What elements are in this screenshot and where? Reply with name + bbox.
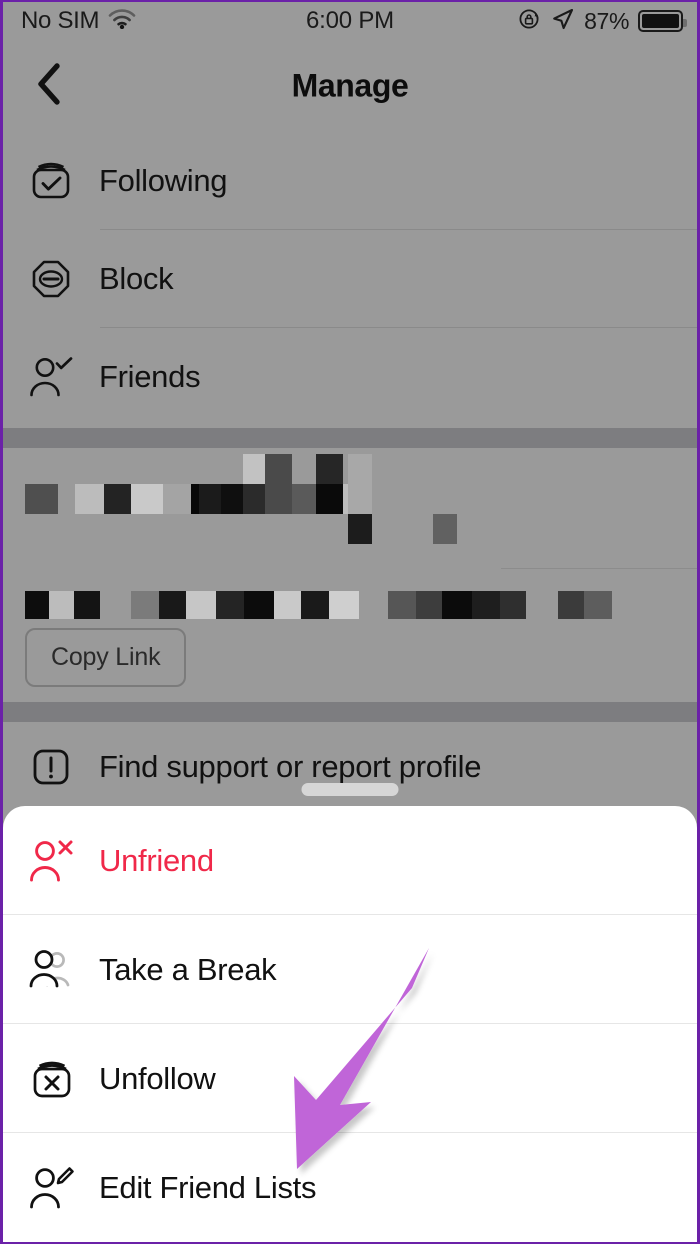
redacted-block bbox=[25, 484, 58, 514]
sheet-drag-handle[interactable] bbox=[301, 783, 399, 796]
exclamation-square-icon bbox=[25, 741, 77, 793]
redacted-block bbox=[558, 591, 584, 619]
section-separator-band bbox=[3, 702, 697, 722]
redacted-block bbox=[500, 591, 526, 619]
bottom-sheet: Unfriend Take a Break Unfollow Edit Frie… bbox=[3, 806, 697, 1242]
menu-item-block[interactable]: Block bbox=[3, 230, 697, 328]
sheet-item-edit-friend-lists[interactable]: Edit Friend Lists bbox=[3, 1133, 697, 1242]
redacted-block bbox=[348, 454, 372, 514]
redacted-block bbox=[292, 484, 316, 514]
menu-item-following[interactable]: Following bbox=[3, 132, 697, 230]
box-check-icon bbox=[25, 155, 77, 207]
menu-item-find-support[interactable]: Find support or report profile bbox=[3, 722, 697, 812]
octagon-minus-icon bbox=[25, 253, 77, 305]
divider bbox=[501, 568, 697, 569]
support-list: Find support or report profile bbox=[3, 722, 697, 812]
redacted-block bbox=[265, 454, 292, 514]
redacted-profile-section: Copy Link bbox=[3, 448, 697, 702]
copy-link-button[interactable]: Copy Link bbox=[25, 628, 187, 687]
status-bar: No SIM 6:00 PM 87% bbox=[3, 2, 697, 40]
redacted-block bbox=[199, 484, 221, 514]
redacted-block bbox=[301, 591, 329, 619]
phone-screen: No SIM 6:00 PM 87% Manage Following Bloc… bbox=[0, 0, 700, 1244]
redacted-block bbox=[186, 591, 216, 619]
redacted-block bbox=[388, 591, 416, 619]
redacted-block bbox=[163, 484, 191, 514]
manage-list: Following Block Friends bbox=[3, 132, 697, 428]
redacted-block bbox=[74, 591, 100, 619]
sheet-item-unfollow[interactable]: Unfollow bbox=[3, 1024, 697, 1133]
menu-item-label: Block bbox=[99, 261, 174, 296]
redacted-block bbox=[75, 484, 104, 514]
person-x-icon bbox=[25, 834, 79, 888]
person-pencil-icon bbox=[25, 1161, 79, 1215]
sheet-item-label: Take a Break bbox=[99, 951, 277, 987]
rotation-lock-icon bbox=[518, 7, 542, 36]
redacted-block bbox=[472, 591, 500, 619]
menu-item-friends[interactable]: Friends bbox=[3, 328, 697, 426]
redacted-block bbox=[25, 591, 49, 619]
sheet-item-take-a-break[interactable]: Take a Break bbox=[3, 915, 697, 1024]
battery-full-icon bbox=[638, 10, 687, 32]
redacted-block bbox=[159, 591, 186, 619]
box-x-icon bbox=[25, 1052, 79, 1106]
redacted-block bbox=[329, 591, 359, 619]
person-check-icon bbox=[25, 351, 77, 403]
redacted-block bbox=[131, 591, 159, 619]
redacted-block bbox=[104, 484, 131, 514]
sheet-item-label: Unfollow bbox=[99, 1060, 216, 1096]
redacted-block bbox=[416, 591, 442, 619]
redacted-block bbox=[348, 514, 372, 544]
redacted-block bbox=[49, 591, 74, 619]
two-people-icon bbox=[25, 943, 79, 997]
redacted-block bbox=[221, 484, 243, 514]
redacted-block bbox=[316, 484, 343, 514]
menu-item-label: Friends bbox=[99, 359, 201, 394]
menu-item-label: Find support or report profile bbox=[99, 749, 482, 784]
redacted-block bbox=[244, 591, 274, 619]
redacted-block bbox=[131, 484, 163, 514]
status-bar-right: 87% bbox=[518, 7, 687, 36]
redacted-block bbox=[584, 591, 612, 619]
location-arrow-icon bbox=[551, 7, 575, 36]
redacted-block bbox=[216, 591, 244, 619]
sheet-item-unfriend[interactable]: Unfriend bbox=[3, 806, 697, 915]
section-separator-band bbox=[3, 428, 697, 448]
sheet-item-label: Unfriend bbox=[99, 842, 214, 878]
redacted-block bbox=[433, 514, 457, 544]
redacted-block bbox=[274, 591, 301, 619]
redacted-block bbox=[243, 484, 265, 514]
page-title: Manage bbox=[291, 67, 409, 104]
menu-item-label: Following bbox=[99, 163, 228, 198]
nav-bar: Manage bbox=[3, 40, 697, 132]
sheet-item-label: Edit Friend Lists bbox=[99, 1169, 317, 1205]
redacted-block bbox=[442, 591, 472, 619]
battery-percent-label: 87% bbox=[584, 7, 629, 34]
